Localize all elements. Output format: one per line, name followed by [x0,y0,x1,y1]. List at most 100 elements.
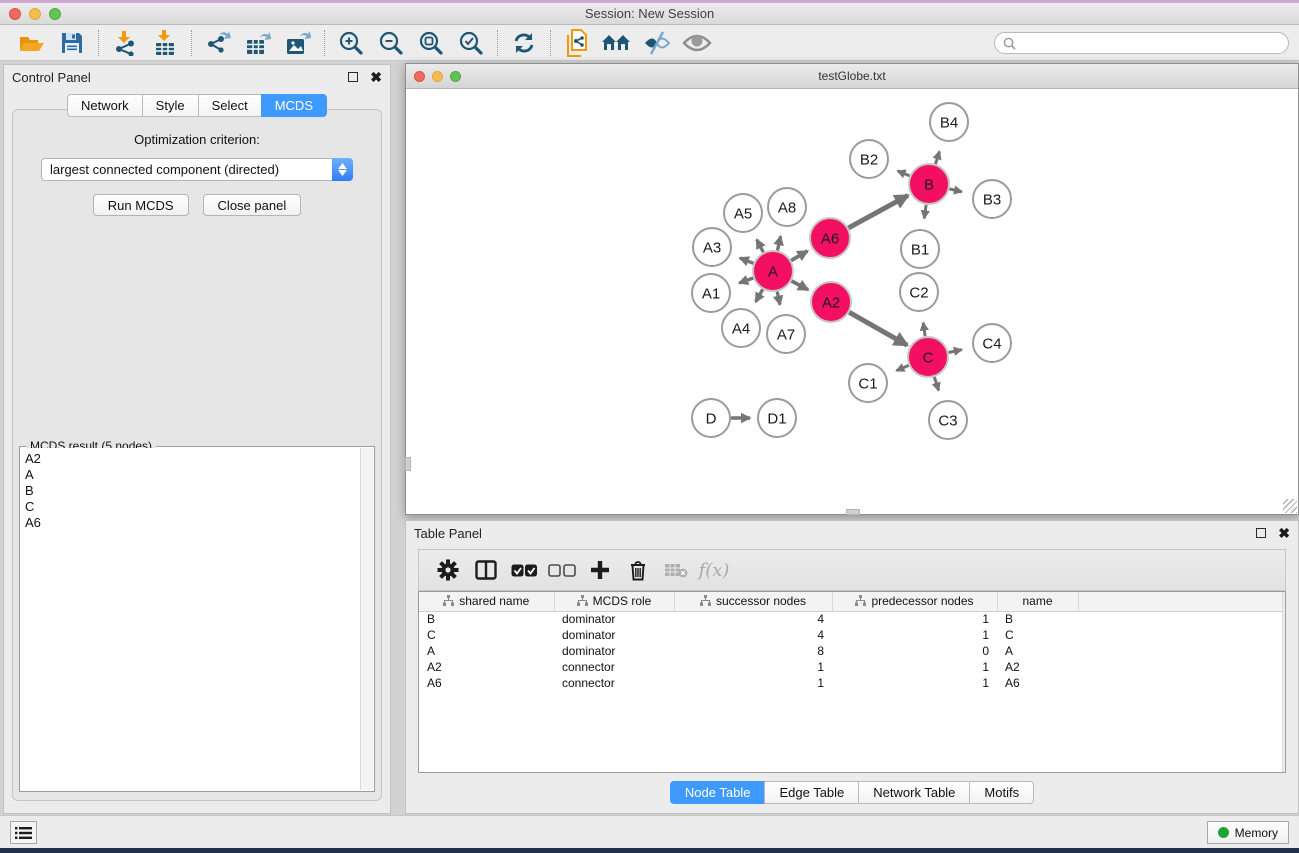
graph-edge-A-A5[interactable] [757,240,764,253]
graph-node-A5[interactable]: A5 [724,194,762,232]
task-history-button[interactable] [10,821,37,844]
close-panel-icon[interactable]: ✖ [370,72,382,82]
table-scrollbar[interactable] [1282,592,1285,772]
table-row[interactable]: A6connector11A6 [419,675,1285,691]
network-window-titlebar[interactable]: testGlobe.txt [406,64,1298,89]
column-visibility-button[interactable] [467,553,505,587]
graph-node-B1[interactable]: B1 [901,230,939,268]
export-image-button[interactable] [278,28,318,58]
graph-node-A[interactable]: A [753,251,793,291]
result-item[interactable]: B [21,483,360,499]
export-network-button[interactable] [198,28,238,58]
export-table-button[interactable] [238,28,278,58]
table-row[interactable]: Adominator80A [419,643,1285,659]
graph-node-A6[interactable]: A6 [810,218,850,258]
graph-node-D1[interactable]: D1 [758,399,796,437]
graph-edge-B-B3[interactable] [949,189,961,192]
result-scrollbar[interactable] [360,448,373,790]
graph-edge-C-C2[interactable] [923,323,925,336]
column-header[interactable]: successor nodes [674,592,832,611]
graph-node-B[interactable]: B [909,164,949,204]
table-row[interactable]: Cdominator41C [419,627,1285,643]
column-header[interactable]: name [997,592,1078,611]
splitter-handle[interactable] [405,457,411,471]
graph-edge-C-C3[interactable] [934,377,938,390]
open-session-button[interactable] [12,28,52,58]
graph-edge-C-C4[interactable] [949,350,962,353]
graph-edge-A-A1[interactable] [739,278,753,283]
result-item[interactable]: A6 [21,515,360,531]
hide-selected-button[interactable] [637,28,677,58]
column-header[interactable]: MCDS role [554,592,674,611]
network-graph[interactable]: B4B2BB3A8A5A6A3B1AC2A1A2A4A7C4CC1C3DD1 [406,89,1298,514]
search-input[interactable] [1021,36,1280,50]
float-panel-icon[interactable] [1256,528,1266,538]
graph-edge-A-A3[interactable] [740,258,754,263]
tab-edge-table[interactable]: Edge Table [764,781,858,804]
deselect-all-rows-button[interactable] [543,553,581,587]
import-network-button[interactable] [105,28,145,58]
result-item[interactable]: A [21,467,360,483]
table-row[interactable]: A2connector11A2 [419,659,1285,675]
save-session-button[interactable] [52,28,92,58]
graph-edge-B-B4[interactable] [935,152,939,165]
mcds-result-list[interactable]: A2ABCA6 [21,448,360,790]
float-panel-icon[interactable] [348,72,358,82]
node-table[interactable]: shared nameMCDS rolesuccessor nodesprede… [418,591,1286,773]
graph-node-B3[interactable]: B3 [973,180,1011,218]
resize-grip-icon[interactable] [1283,499,1297,513]
delete-column-button[interactable] [619,553,657,587]
column-header[interactable]: predecessor nodes [832,592,997,611]
select-all-rows-button[interactable] [505,553,543,587]
graph-edge-C-C1[interactable] [896,365,908,370]
graph-edge-A6-B[interactable] [848,195,907,227]
graph-node-C3[interactable]: C3 [929,401,967,439]
create-column-button[interactable] [581,553,619,587]
show-all-button[interactable] [677,28,717,58]
first-neighbors-button[interactable] [597,28,637,58]
zoom-out-button[interactable] [371,28,411,58]
search-field[interactable] [994,32,1289,54]
network-canvas[interactable]: B4B2BB3A8A5A6A3B1AC2A1A2A4A7C4CC1C3DD1 [406,89,1298,514]
run-mcds-button[interactable]: Run MCDS [93,194,189,216]
clone-network-button[interactable] [557,28,597,58]
column-header[interactable]: shared name [419,592,554,611]
graph-node-A8[interactable]: A8 [768,188,806,226]
graph-edge-A-A7[interactable] [777,292,780,305]
splitter-handle[interactable] [846,509,860,515]
graph-edge-A-A6[interactable] [791,251,807,260]
graph-node-A7[interactable]: A7 [767,315,805,353]
import-table-button[interactable] [145,28,185,58]
tab-node-table[interactable]: Node Table [670,781,765,804]
graph-node-C[interactable]: C [908,337,948,377]
zoom-actual-size-button[interactable] [411,28,451,58]
refresh-view-button[interactable] [504,28,544,58]
table-row[interactable]: Bdominator41B [419,611,1285,627]
graph-node-B4[interactable]: B4 [930,103,968,141]
graph-node-A1[interactable]: A1 [692,274,730,312]
graph-edge-B-B1[interactable] [924,205,926,218]
tab-motifs[interactable]: Motifs [969,781,1034,804]
graph-node-A4[interactable]: A4 [722,309,760,347]
graph-node-B2[interactable]: B2 [850,140,888,178]
zoom-in-button[interactable] [331,28,371,58]
tab-network[interactable]: Network [67,94,142,117]
graph-node-D[interactable]: D [692,399,730,437]
graph-node-C2[interactable]: C2 [900,273,938,311]
table-options-button[interactable] [429,553,467,587]
graph-node-C4[interactable]: C4 [973,324,1011,362]
graph-edge-B-B2[interactable] [898,171,910,176]
graph-edge-A-A8[interactable] [777,236,780,250]
graph-edge-A2-C[interactable] [849,312,907,345]
graph-node-C1[interactable]: C1 [849,364,887,402]
graph-edge-A-A2[interactable] [792,281,809,290]
result-item[interactable]: C [21,499,360,515]
zoom-fit-selected-button[interactable] [451,28,491,58]
result-item[interactable]: A2 [21,451,360,467]
close-panel-icon[interactable]: ✖ [1278,528,1290,538]
tab-select[interactable]: Select [198,94,261,117]
graph-node-A2[interactable]: A2 [811,282,851,322]
graph-edge-A-A4[interactable] [756,289,763,302]
tab-mcds[interactable]: MCDS [261,94,327,117]
memory-button[interactable]: Memory [1207,821,1289,844]
